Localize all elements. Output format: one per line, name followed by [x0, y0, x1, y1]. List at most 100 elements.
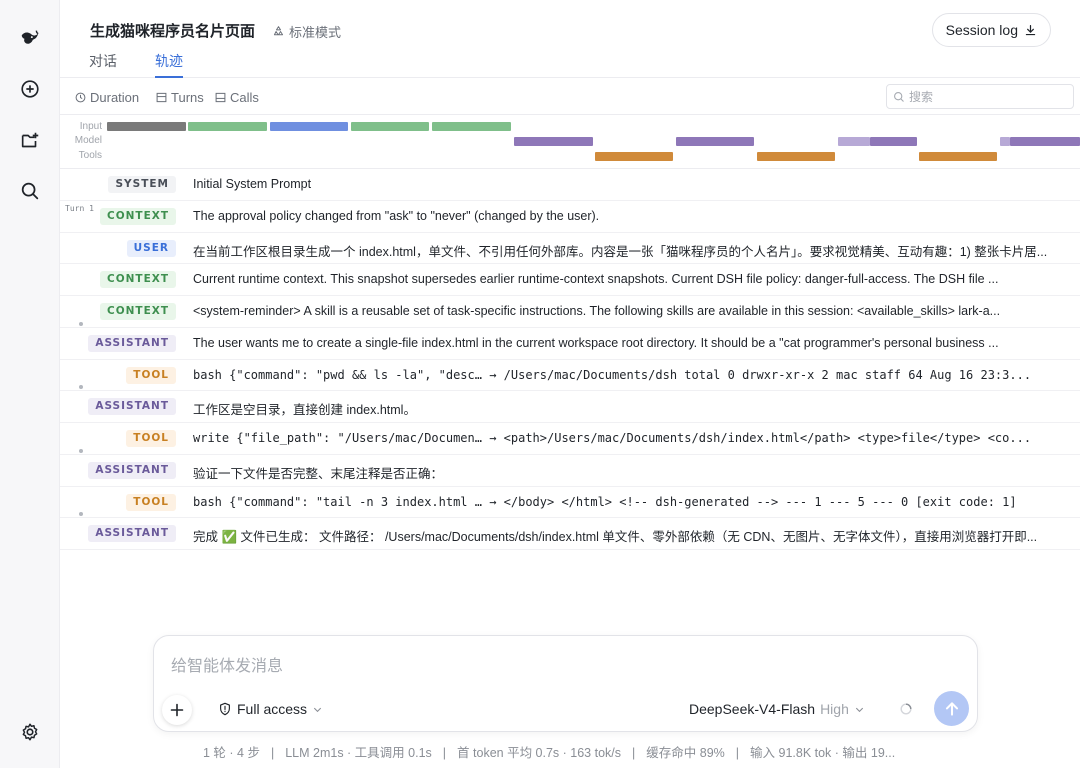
tab-conversation[interactable]: 对话: [89, 51, 117, 78]
tab-trace[interactable]: 轨迹: [155, 51, 183, 78]
row-text: The user wants me to create a single-fil…: [193, 335, 999, 350]
row-text: <system-reminder> A skill is a reusable …: [193, 304, 1001, 318]
turns-icon: [156, 92, 167, 103]
timeline-tool-segment[interactable]: [595, 152, 673, 161]
trace-row[interactable]: USER 在当前工作区根目录生成一个 index.html，单文件、不引用任何外…: [60, 233, 1080, 265]
role-badge: TOOL: [126, 430, 176, 447]
role-badge: CONTEXT: [99, 303, 176, 320]
row-text: write {"file_path": "/Users/mac/Documen……: [193, 431, 1032, 445]
shield-icon: [220, 702, 230, 716]
turns-label: Turns: [171, 90, 204, 105]
role-badge: ASSISTANT: [88, 525, 176, 543]
calls-filter[interactable]: Calls: [215, 90, 259, 105]
loading-spinner-icon: [900, 703, 912, 715]
trace-row[interactable]: TOOL bash {"command": "tail -n 3 index.h…: [60, 487, 1080, 519]
trace-filter-bar: Duration Turns Calls: [60, 79, 1080, 115]
timeline-input-segment[interactable]: [351, 122, 429, 131]
turn-label: Turn 1: [65, 203, 94, 213]
status-bar: 1 轮 · 4 步 | LLM 2m1s · 工具调用 0.1s | 首 token 平…: [203, 746, 896, 760]
role-badge: ASSISTANT: [88, 461, 176, 479]
whale-logo-icon[interactable]: [16, 24, 44, 52]
step-dot: [79, 448, 83, 453]
status-turns: 1 轮 · 4 步: [203, 746, 260, 760]
row-text: 完成 ✅ 文件已生成： 文件路径： /Users/mac/Documents/d…: [193, 530, 1038, 545]
timeline-model-segment[interactable]: [514, 137, 593, 146]
chevron-down-icon: [313, 707, 322, 712]
model-level: High: [820, 701, 849, 717]
calls-icon: [215, 92, 226, 103]
calls-label: Calls: [230, 90, 259, 105]
trace-search-box[interactable]: [886, 84, 1074, 109]
turns-filter[interactable]: Turns: [156, 90, 204, 105]
add-attachment-button[interactable]: [162, 695, 192, 725]
new-chat-icon[interactable]: [16, 75, 44, 103]
role-badge: CONTEXT: [99, 207, 176, 225]
trace-search-input[interactable]: [909, 89, 1069, 104]
timeline-tool-segment[interactable]: [757, 152, 835, 161]
duration-filter[interactable]: Duration: [75, 90, 139, 105]
mode-label: 标准模式: [289, 25, 342, 40]
trace-rows: SYSTEM Initial System Prompt Turn 1 CONT…: [60, 169, 1080, 550]
header: 生成猫咪程序员名片页面 标准模式 Session log 对话 轨迹: [60, 0, 1080, 78]
clock-icon: [75, 92, 86, 103]
arrow-up-icon: [945, 701, 958, 716]
trace-timeline: Input Model Tools: [60, 115, 1080, 169]
duration-label: Duration: [90, 90, 140, 105]
trace-row[interactable]: TOOL write {"file_path": "/Users/mac/Doc…: [60, 423, 1080, 455]
timeline-input-segment[interactable]: [107, 122, 186, 131]
recycle-icon: [273, 26, 284, 36]
plus-icon: [170, 703, 184, 717]
role-badge: CONTEXT: [99, 271, 176, 289]
chevron-down-icon: [855, 707, 863, 712]
row-text: 在当前工作区根目录生成一个 index.html，单文件、不引用任何外部库。内容…: [193, 244, 1048, 259]
row-text: Initial System Prompt: [193, 177, 312, 191]
row-text: 工作区是空目录，直接创建 index.html。: [193, 403, 416, 418]
session-log-label: Session log: [945, 22, 1018, 38]
timeline-input-segment[interactable]: [270, 122, 348, 131]
timeline-label-input: Input: [79, 121, 102, 132]
access-selector[interactable]: Full access: [218, 701, 323, 717]
role-badge: ASSISTANT: [88, 398, 176, 416]
trace-row[interactable]: ASSISTANT 工作区是空目录，直接创建 index.html。: [60, 385, 1080, 423]
trace-row[interactable]: TOOL bash {"command": "pwd && ls -la", "…: [60, 360, 1080, 392]
timeline-model-segment[interactable]: [676, 137, 754, 146]
timeline-input-segment[interactable]: [432, 122, 511, 131]
message-composer: Full access DeepSeek-V4-Flash High: [153, 635, 978, 732]
trace-row[interactable]: SYSTEM Initial System Prompt: [60, 169, 1080, 201]
model-selector[interactable]: DeepSeek-V4-Flash High: [689, 701, 865, 717]
row-text: 验证一下文件是否完整、末尾注释是否正确：: [193, 466, 444, 481]
search-icon[interactable]: [16, 177, 44, 205]
left-rail: [0, 0, 60, 768]
trace-row[interactable]: CONTEXT <system-reminder> A skill is a r…: [60, 296, 1080, 328]
timeline-input-segment[interactable]: [188, 122, 267, 131]
mode-indicator[interactable]: 标准模式: [272, 22, 341, 41]
trace-row[interactable]: ASSISTANT The user wants me to create a …: [60, 321, 1080, 360]
timeline-model-segment[interactable]: [870, 137, 917, 146]
model-name: DeepSeek-V4-Flash: [689, 701, 816, 717]
download-icon: [1025, 24, 1036, 35]
send-button[interactable]: [934, 691, 969, 726]
trace-row[interactable]: Turn 1 CONTEXT The approval policy chang…: [60, 201, 1080, 233]
timeline-model-segment[interactable]: [838, 137, 870, 146]
status-first-token: 首 token 平均 0.7s · 163 tok/s: [457, 746, 622, 760]
page-title: 生成猫咪程序员名片页面: [90, 23, 256, 40]
role-badge: ASSISTANT: [88, 334, 176, 352]
message-input[interactable]: [171, 652, 951, 678]
trace-row[interactable]: ASSISTANT 完成 ✅ 文件已生成： 文件路径： /Users/mac/D…: [60, 512, 1080, 550]
trace-row[interactable]: ASSISTANT 验证一下文件是否完整、末尾注释是否正确：: [60, 448, 1080, 487]
trace-row[interactable]: CONTEXT Current runtime context. This sn…: [60, 264, 1080, 296]
role-badge: USER: [126, 239, 176, 257]
row-text: The approval policy changed from "ask" t…: [193, 208, 600, 223]
timeline-model-segment[interactable]: [1000, 137, 1010, 146]
timeline-tool-segment[interactable]: [919, 152, 997, 161]
settings-gear-icon[interactable]: [16, 718, 44, 746]
timeline-model-segment[interactable]: [1010, 137, 1080, 146]
add-folder-icon[interactable]: [16, 127, 44, 155]
row-text: Current runtime context. This snapshot s…: [193, 272, 999, 287]
session-log-button[interactable]: Session log: [931, 13, 1051, 47]
role-badge: TOOL: [126, 493, 176, 511]
status-cache: 缓存命中 89%: [646, 746, 725, 760]
timeline-label-model: Model: [74, 135, 102, 146]
status-llm: LLM 2m1s · 工具调用 0.1s: [285, 746, 432, 760]
role-badge: SYSTEM: [108, 176, 176, 193]
